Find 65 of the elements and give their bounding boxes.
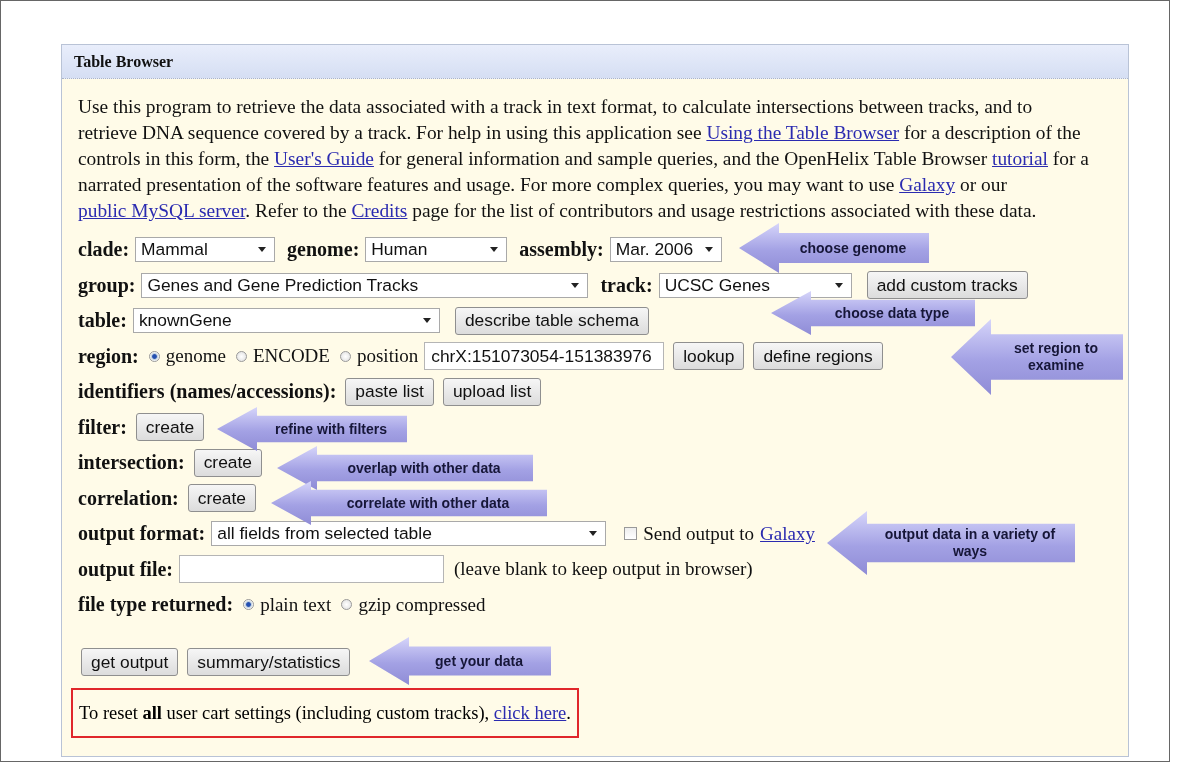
action-button[interactable]: summary/statistics — [187, 648, 351, 677]
input-field[interactable]: chrX:151073054-151383976 — [424, 342, 665, 371]
action-button[interactable]: get output — [81, 648, 179, 677]
action-button[interactable]: create — [135, 413, 205, 442]
field-label: track: — [600, 273, 653, 297]
panel-title: Table Browser — [74, 52, 174, 71]
dropdown[interactable]: Mar. 2006 — [609, 237, 722, 263]
field-label: table: — [78, 309, 127, 333]
field-label: identifiers (names/accessions): — [78, 380, 337, 404]
radio-label: gzip compressed — [358, 593, 486, 616]
action-button[interactable]: add custom tracks — [866, 271, 1028, 300]
help-link[interactable]: User's Guide — [274, 148, 374, 169]
field-label: file type returned: — [78, 593, 234, 617]
field-label: output file: — [78, 557, 173, 581]
field-label: intersection: — [78, 451, 185, 475]
radio-label: position — [356, 345, 419, 368]
field-label: genome: — [287, 238, 360, 262]
field-label: region: — [78, 344, 139, 368]
action-button[interactable]: describe table schema — [454, 306, 649, 335]
radio-label: genome — [165, 345, 226, 368]
dropdown[interactable]: Mammal — [135, 237, 276, 263]
radio-label: ENCODE — [252, 345, 330, 368]
radio-button[interactable] — [235, 350, 247, 362]
dropdown[interactable]: all fields from selected table — [211, 521, 607, 547]
action-button[interactable]: paste list — [345, 377, 434, 406]
help-link[interactable]: tutorial — [992, 148, 1048, 169]
dropdown[interactable]: UCSC Genes — [658, 272, 852, 298]
action-button[interactable]: create — [193, 448, 262, 477]
field-label: group: — [78, 273, 136, 297]
caret-icon — [704, 247, 713, 253]
field-label: output format: — [78, 522, 206, 546]
intro-paragraph: Use this program to retrieve the data associated with a track in text format, to calculate intersections between tracks, and to retrieve DNA sequence covered by a track. For help in using this application see Using the Table Browser for a description of the controls in this form, the User's Guide for general information and sample queries, and the OpenHelix Table Browser tutorial for a narrated presentation of the software features and usage. For more complex queries, you may want to use Galaxy or our public MySQL server. Refer to the Credits page for the list of contributors and usage restrictions associated with these data. — [78, 95, 1090, 223]
action-button[interactable]: upload list — [442, 377, 542, 406]
action-button[interactable]: define regions — [753, 342, 883, 371]
field-label: assembly: — [519, 238, 604, 262]
click-here-link[interactable]: click here — [493, 702, 567, 723]
hint-text: (leave blank to keep output in browser) — [454, 558, 753, 581]
input-field[interactable] — [179, 555, 444, 584]
reset-notice: To reset all user cart settings (including custom tracks), click here. — [79, 702, 571, 724]
caret-icon — [571, 282, 580, 288]
checkbox[interactable] — [624, 527, 638, 541]
dropdown[interactable]: knownGene — [132, 308, 440, 334]
dropdown[interactable]: Human — [365, 237, 508, 263]
help-link[interactable]: Galaxy — [899, 174, 956, 195]
help-link[interactable]: Credits — [351, 200, 408, 221]
action-button[interactable]: create — [187, 484, 257, 513]
help-link[interactable]: public MySQL server — [78, 200, 246, 221]
galaxy-link[interactable]: Galaxy — [760, 522, 815, 545]
radio-button[interactable] — [341, 599, 353, 611]
field-label: filter: — [78, 415, 127, 439]
caret-icon — [589, 531, 598, 537]
help-link[interactable]: Using the Table Browser — [706, 122, 900, 143]
caret-icon — [490, 247, 499, 253]
action-button[interactable]: lookup — [673, 342, 745, 371]
field-label: correlation: — [78, 486, 179, 510]
caret-icon — [422, 318, 431, 324]
caret-icon — [834, 282, 843, 288]
field-label: clade: — [78, 238, 130, 262]
dropdown[interactable]: Genes and Gene Prediction Tracks — [141, 272, 589, 298]
radio-button[interactable] — [148, 350, 160, 362]
checkbox-label: Send output to — [643, 522, 755, 545]
radio-label: plain text — [260, 593, 332, 616]
radio-button[interactable] — [339, 350, 351, 362]
caret-icon — [258, 247, 267, 253]
radio-button[interactable] — [243, 599, 255, 611]
